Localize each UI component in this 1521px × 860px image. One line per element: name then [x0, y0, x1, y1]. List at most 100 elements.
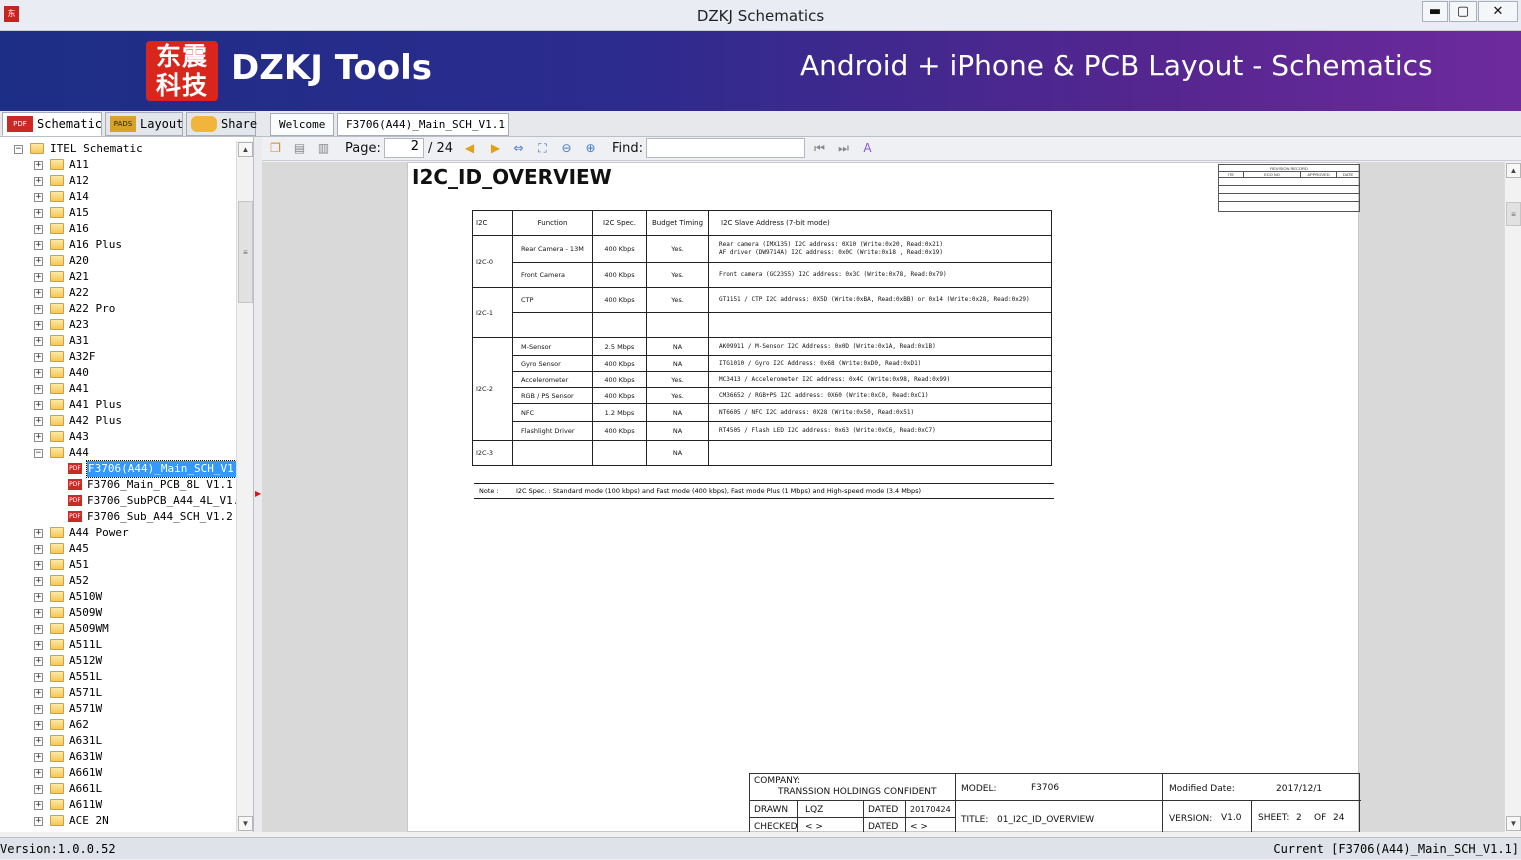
expand-icon[interactable]: + [34, 721, 43, 730]
expand-icon[interactable]: + [34, 785, 43, 794]
tree-folder[interactable]: + ACE 2N [0, 813, 236, 829]
tree-scrollbar[interactable]: ▲ ≡ ▼ [236, 141, 253, 832]
expand-icon[interactable]: + [34, 177, 43, 186]
expand-icon[interactable]: + [34, 737, 43, 746]
expand-icon[interactable]: + [34, 561, 43, 570]
copy-icon[interactable]: ❐ [267, 140, 284, 157]
expand-icon[interactable]: + [34, 529, 43, 538]
page-input[interactable]: 2 [384, 138, 424, 158]
tree-folder[interactable]: + A14 [0, 189, 236, 205]
tree-folder[interactable]: + A44 Power [0, 525, 236, 541]
next-page-icon[interactable]: ▶ [487, 140, 504, 157]
tree-folder[interactable]: + A631L [0, 733, 236, 749]
tree-folder[interactable]: + A23 [0, 317, 236, 333]
tree-folder[interactable]: + A43 [0, 429, 236, 445]
tree-file-selected[interactable]: PDF F3706(A44)_Main_SCH_V1.1 [0, 460, 249, 478]
tab-welcome[interactable]: Welcome [270, 113, 334, 136]
tree-folder[interactable]: + A611W [0, 797, 236, 813]
expand-icon[interactable]: + [34, 417, 43, 426]
tree-folder[interactable]: + A42 Plus [0, 413, 236, 429]
tree-folder[interactable]: + A16 [0, 221, 236, 237]
scroll-down-icon[interactable]: ▼ [1506, 816, 1521, 831]
tree-folder[interactable]: + A16 Plus [0, 237, 236, 253]
expand-icon[interactable]: + [34, 577, 43, 586]
expand-icon[interactable]: + [34, 385, 43, 394]
tree-folder[interactable]: + A21 [0, 269, 236, 285]
expand-icon[interactable]: + [34, 289, 43, 298]
tree-folder[interactable]: + A12 [0, 173, 236, 189]
zoom-in-icon[interactable]: ⊕ [582, 140, 599, 157]
expand-icon[interactable]: + [34, 801, 43, 810]
expand-icon[interactable]: + [34, 369, 43, 378]
close-button[interactable]: ✕ [1478, 1, 1518, 22]
tree-folder[interactable]: + A52 [0, 573, 236, 589]
expand-icon[interactable]: + [34, 401, 43, 410]
tree-folder[interactable]: + A551L [0, 669, 236, 685]
tree-folder[interactable]: + A509W [0, 605, 236, 621]
tree-folder[interactable]: + A511L [0, 637, 236, 653]
scroll-thumb[interactable]: ≡ [238, 201, 253, 303]
scroll-thumb[interactable]: ≡ [1506, 202, 1521, 226]
previous-page-icon[interactable]: ◀ [461, 140, 478, 157]
fit-width-icon[interactable]: ⇔ [510, 140, 527, 157]
tree-folder[interactable]: + A661L [0, 781, 236, 797]
minimize-button[interactable]: ▬ [1422, 1, 1448, 22]
expand-icon[interactable]: + [34, 305, 43, 314]
expand-icon[interactable]: + [34, 641, 43, 650]
expand-icon[interactable]: + [34, 753, 43, 762]
tree-file[interactable]: PDF F3706_Sub_A44_SCH_V1.2 [0, 509, 236, 525]
tab-layout[interactable]: PADS Layout [105, 112, 183, 136]
expand-icon[interactable]: + [34, 321, 43, 330]
find-input[interactable] [646, 138, 805, 158]
tree-folder[interactable]: + A51 [0, 557, 236, 573]
panel-splitter[interactable]: ▶ [254, 137, 262, 832]
tab-schematic[interactable]: PDF Schematic [2, 112, 102, 136]
expand-icon[interactable]: + [34, 257, 43, 266]
tab-document[interactable]: F3706(A44)_Main_SCH_V1.1✕ [337, 113, 509, 153]
tree-folder[interactable]: + A41 [0, 381, 236, 397]
expand-icon[interactable]: + [34, 433, 43, 442]
expand-icon[interactable]: + [34, 209, 43, 218]
tree-folder[interactable]: + A571L [0, 685, 236, 701]
single-page-icon[interactable]: ▤ [291, 140, 308, 157]
maximize-button[interactable]: ▢ [1449, 1, 1477, 22]
tree-folder[interactable]: + A631W [0, 749, 236, 765]
double-page-icon[interactable]: ▥ [315, 140, 332, 157]
tree-folder[interactable]: + A512W [0, 653, 236, 669]
tree-folder[interactable]: + A661W [0, 765, 236, 781]
tree-file[interactable]: PDF F3706_SubPCB_A44_4L_V1.2 [0, 493, 246, 509]
tree-folder[interactable]: + A41 Plus [0, 397, 236, 413]
tree-folder[interactable]: + A31 [0, 333, 236, 349]
expand-icon[interactable]: + [34, 769, 43, 778]
scroll-down-icon[interactable]: ▼ [238, 816, 253, 831]
expand-icon[interactable]: + [34, 625, 43, 634]
expand-icon[interactable]: + [34, 593, 43, 602]
expand-icon[interactable]: + [34, 817, 43, 826]
tree-folder[interactable]: + A571W [0, 701, 236, 717]
expand-icon[interactable]: + [34, 689, 43, 698]
find-previous-icon[interactable]: ⏮ [811, 140, 828, 157]
expand-icon[interactable]: + [34, 657, 43, 666]
zoom-out-icon[interactable]: ⊖ [558, 140, 575, 157]
viewer-scrollbar[interactable]: ▲ ≡ ▼ [1504, 162, 1521, 832]
expand-icon[interactable]: + [34, 353, 43, 362]
scroll-up-icon[interactable]: ▲ [238, 142, 253, 157]
tree-folder[interactable]: + A45 [0, 541, 236, 557]
expand-icon[interactable]: + [34, 193, 43, 202]
expand-icon[interactable]: + [34, 673, 43, 682]
tree-folder[interactable]: + A510W [0, 589, 236, 605]
scroll-up-icon[interactable]: ▲ [1506, 163, 1521, 178]
expand-icon[interactable]: + [34, 545, 43, 554]
expand-icon[interactable]: + [34, 241, 43, 250]
tab-share[interactable]: Share [186, 112, 257, 136]
tree-folder[interactable]: + A15 [0, 205, 236, 221]
tree-folder[interactable]: + A22 Pro [0, 301, 236, 317]
tree-folder[interactable]: + A62 [0, 717, 236, 733]
tree-folder[interactable]: + A11 [0, 157, 236, 173]
tree-folder-open[interactable]: − A44 [0, 445, 236, 461]
fit-page-icon[interactable]: ⛶ [534, 140, 551, 157]
expand-icon[interactable]: + [34, 161, 43, 170]
tree-folder[interactable]: + A22 [0, 285, 236, 301]
collapse-arrow-icon[interactable]: ▶ [255, 489, 261, 498]
tree-file[interactable]: PDF F3706_Main_PCB_8L V1.1 [0, 477, 236, 493]
